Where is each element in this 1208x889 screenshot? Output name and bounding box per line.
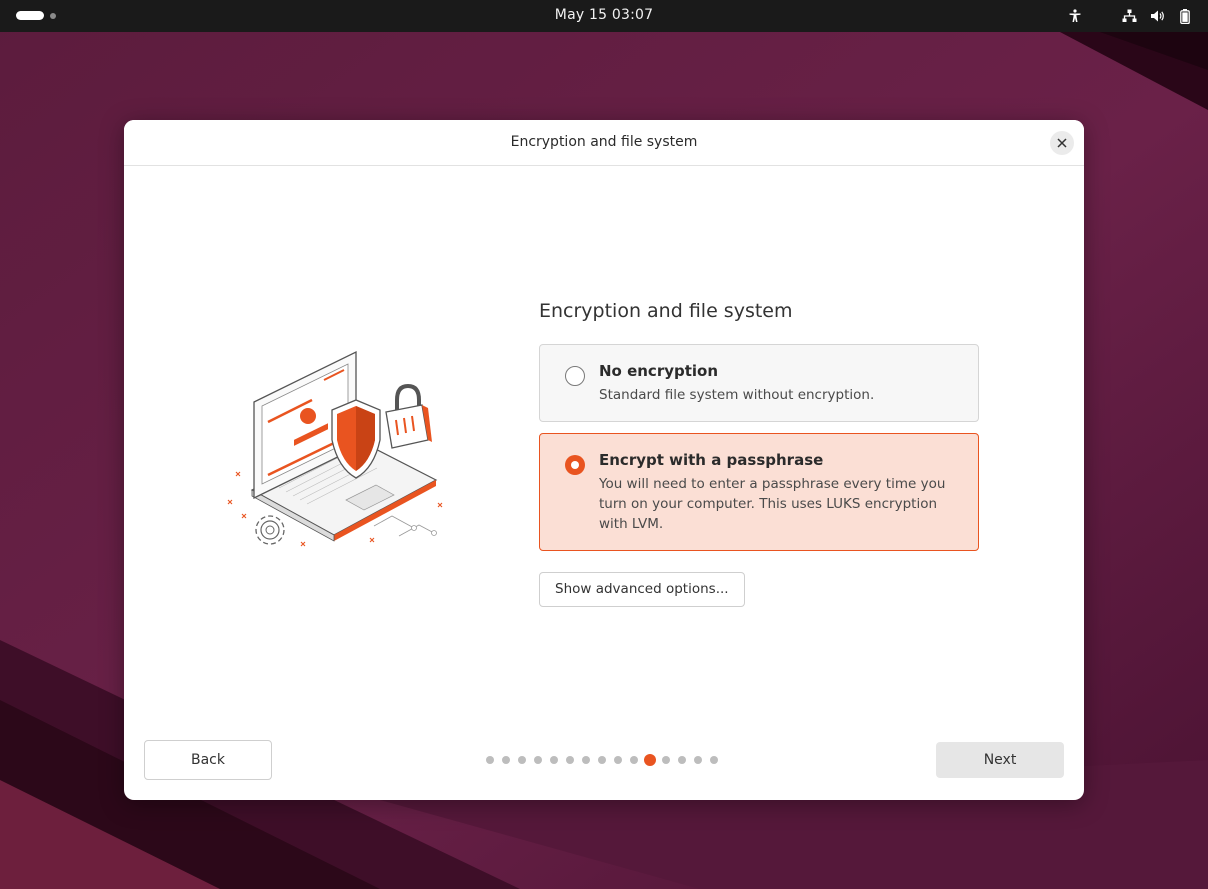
show-advanced-options-button[interactable]: Show advanced options... [539, 572, 745, 607]
page-dot [694, 756, 702, 764]
page-dot [486, 756, 494, 764]
dialog-title: Encryption and file system [510, 134, 698, 150]
page-dot [598, 756, 606, 764]
network-icon[interactable] [1120, 7, 1138, 25]
page-dot [630, 756, 638, 764]
option-description: You will need to enter a passphrase ever… [599, 476, 946, 532]
page-dot [582, 756, 590, 764]
close-icon [1057, 138, 1067, 148]
page-dot [502, 756, 510, 764]
option-title: Encrypt with a passphrase [599, 451, 824, 469]
battery-icon[interactable] [1176, 7, 1194, 25]
page-dot [550, 756, 558, 764]
main-content: Encryption and file system No encryption… [539, 300, 979, 607]
radio-no-encryption[interactable] [565, 366, 585, 386]
accessibility-icon[interactable] [1066, 7, 1084, 25]
installer-dialog: Encryption and file system Encryption an… [124, 120, 1084, 800]
radio-encrypt-passphrase[interactable] [565, 455, 585, 475]
gear-icon [255, 515, 285, 545]
option-description: Standard file system without encryption. [599, 387, 875, 403]
close-button[interactable] [1050, 131, 1074, 155]
option-encrypt-passphrase[interactable]: Encrypt with a passphrase You will need … [539, 433, 979, 551]
page-heading: Encryption and file system [539, 300, 793, 322]
back-button[interactable]: Back [144, 740, 272, 780]
system-tray[interactable] [1066, 7, 1194, 25]
page-indicator [486, 754, 726, 766]
page-dot-active [644, 754, 656, 766]
page-dot [710, 756, 718, 764]
page-dot [534, 756, 542, 764]
page-dot [518, 756, 526, 764]
volume-icon[interactable] [1148, 7, 1166, 25]
option-no-encryption[interactable]: No encryption Standard file system witho… [539, 344, 979, 422]
padlock-icon [385, 404, 429, 449]
option-title: No encryption [599, 362, 719, 380]
page-dot [566, 756, 574, 764]
dialog-titlebar: Encryption and file system [124, 120, 1084, 166]
page-dot [614, 756, 622, 764]
top-bar: May 15 03:07 [0, 0, 1208, 32]
page-dot [678, 756, 686, 764]
clock[interactable]: May 15 03:07 [0, 7, 1208, 23]
next-button[interactable]: Next [936, 742, 1064, 778]
page-dot [662, 756, 670, 764]
encryption-illustration [227, 350, 443, 547]
